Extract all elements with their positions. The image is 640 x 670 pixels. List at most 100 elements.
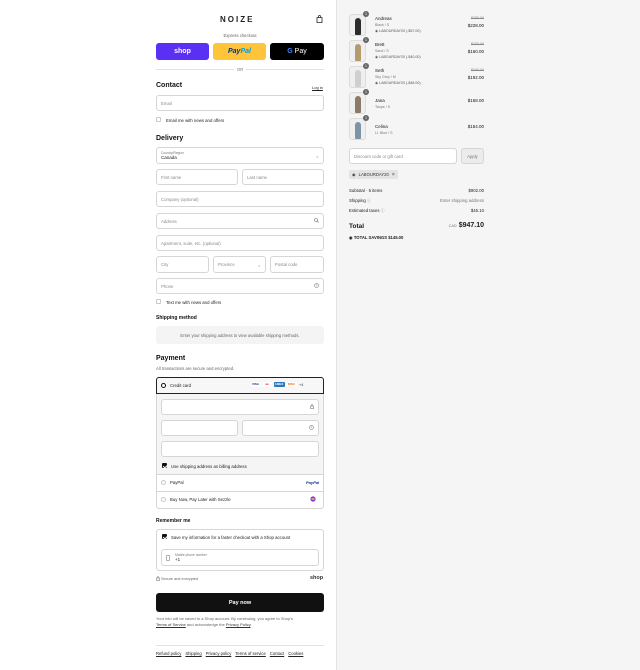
email-news-checkbox[interactable] (156, 117, 161, 122)
more-cards-label: +4 (299, 383, 304, 387)
paypal-logo: PayPal (306, 480, 320, 485)
taxes-label: Estimated taxes ⓘ (349, 208, 385, 213)
apartment-field[interactable]: Apartment, suite, etc. (optional) (156, 235, 324, 251)
save-info-label: Save my information for a faster checkou… (171, 534, 291, 540)
address-field[interactable]: Address (156, 213, 324, 229)
footer-link-privacy[interactable]: Privacy policy (206, 651, 232, 656)
footer-links: Refund policy Shipping Privacy policy Terms… (156, 651, 303, 657)
privacy-policy-link[interactable]: Privacy Policy (226, 622, 251, 627)
footer-link-contact[interactable]: Contact (270, 651, 284, 656)
province-select[interactable]: Province ⌄ (213, 256, 266, 273)
first-name-field[interactable]: First name (156, 169, 238, 185)
lock-icon (310, 404, 314, 410)
tag-icon: ◉ (352, 172, 356, 177)
shop-pay-logo: shop (174, 48, 191, 55)
item-original-price: $200.00 (471, 42, 484, 46)
apply-discount-button[interactable]: Apply (461, 148, 484, 164)
svg-text:?: ? (311, 426, 313, 430)
remember-me-heading: Remember me (156, 518, 191, 524)
shipping-value: Enter shipping address (440, 198, 484, 203)
currency-label: CAD (448, 224, 457, 228)
discount-code-field[interactable]: Discount code or gift card (349, 148, 457, 164)
card-expiry-field[interactable] (161, 420, 238, 436)
shop-logo: shop (310, 575, 324, 581)
svg-text:?: ? (316, 284, 318, 288)
quantity-badge: 1 (363, 37, 369, 43)
shopping-bag-icon[interactable] (316, 15, 323, 25)
billing-same-checkbox[interactable] (162, 463, 167, 468)
shipping-method-heading: Shipping method (156, 315, 197, 321)
help-icon[interactable]: ? (314, 283, 319, 289)
visa-icon: VISA (250, 382, 261, 388)
item-variant: Lt. Blue / S (375, 131, 393, 135)
company-field[interactable]: Company (optional) (156, 191, 324, 207)
country-value: Canada (161, 154, 177, 160)
chevron-down-icon: ⌄ (315, 153, 319, 158)
help-icon[interactable]: ⓘ (381, 209, 385, 213)
item-price: $192.00 (467, 75, 484, 80)
total-value: CAD $947.10 (424, 222, 484, 229)
applied-code-label: LABOURDAY20 (358, 172, 389, 177)
save-info-checkbox[interactable] (162, 534, 167, 539)
login-link[interactable]: Log in (312, 85, 323, 90)
subtotal-value: $902.00 (468, 188, 484, 193)
taxes-value: $45.10 (470, 208, 484, 213)
item-name: Brett (375, 42, 385, 47)
total-label: Total (349, 223, 365, 230)
chevron-down-icon: ⌄ (257, 262, 261, 267)
paypal-radio[interactable] (161, 480, 166, 485)
shop-pay-button[interactable]: shop (156, 43, 209, 60)
item-original-price: $240.00 (471, 68, 484, 72)
mobile-phone-field[interactable]: Mobile phone number +1 (161, 549, 319, 566)
subtotal-label: Subtotal · 5 items (349, 188, 383, 193)
postal-code-field[interactable]: Postal code (270, 256, 324, 273)
item-name: Seth (375, 68, 385, 73)
footer-link-cookies[interactable]: Cookies (288, 651, 303, 656)
divider (157, 474, 323, 475)
sezzle-radio[interactable] (161, 497, 166, 502)
product-thumbnail (349, 66, 366, 88)
country-select[interactable]: Country/Region Canada ⌄ (156, 147, 324, 164)
item-price: $228.00 (467, 23, 484, 28)
item-variant: Black / S (375, 23, 390, 27)
lock-icon (156, 576, 160, 583)
pay-now-button[interactable]: Pay now (156, 593, 324, 612)
store-logo[interactable]: NOIZE (220, 15, 254, 24)
last-name-field[interactable]: Last name (242, 169, 324, 185)
help-icon[interactable]: ? (309, 425, 314, 431)
footer-link-refund[interactable]: Refund policy (156, 651, 181, 656)
footer-link-shipping[interactable]: Shipping (185, 651, 201, 656)
sms-news-label: Text me with news and offers (166, 299, 222, 305)
card-cvv-field[interactable]: ? (242, 420, 319, 436)
item-variant: Taupe / S (375, 105, 391, 109)
credit-card-radio[interactable] (161, 383, 166, 388)
amex-icon: AMEX (273, 382, 285, 388)
mastercard-icon: ●● (262, 382, 272, 388)
item-variant: Sky Grey / M (375, 75, 396, 79)
google-pay-button[interactable]: G Pay (270, 43, 324, 60)
paypal-label: PayPal (170, 480, 184, 485)
item-original-price: $285.00 (471, 16, 484, 20)
total-savings: ◉ TOTAL SAVINGS $145.00 (349, 235, 404, 240)
discover-icon: DISC (286, 382, 297, 388)
sms-news-checkbox[interactable] (156, 299, 161, 304)
item-variant: Sand / S (375, 49, 389, 53)
email-news-label: Email me with news and offers (166, 117, 225, 123)
city-field[interactable]: City (156, 256, 209, 273)
delivery-heading: Delivery (156, 135, 184, 142)
item-price: $160.00 (467, 49, 484, 54)
paypal-button[interactable]: PayPal (213, 43, 266, 60)
product-thumbnail (349, 40, 366, 62)
phone-field[interactable]: Phone ? (156, 278, 324, 294)
payment-subtitle: All transactions are secure and encrypte… (156, 366, 235, 371)
tag-icon: ◉ (349, 235, 353, 240)
remove-code-icon[interactable]: × (392, 172, 395, 178)
card-name-field[interactable] (161, 441, 319, 457)
item-name: Jana (375, 98, 385, 103)
google-pay-logo: G Pay (287, 48, 307, 55)
terms-of-service-link[interactable]: Terms of Service (156, 622, 186, 627)
help-icon[interactable]: ⓘ (367, 199, 371, 203)
card-number-field[interactable] (161, 399, 319, 415)
email-field[interactable]: Email (156, 95, 324, 111)
footer-link-terms[interactable]: Terms of service (235, 651, 265, 656)
